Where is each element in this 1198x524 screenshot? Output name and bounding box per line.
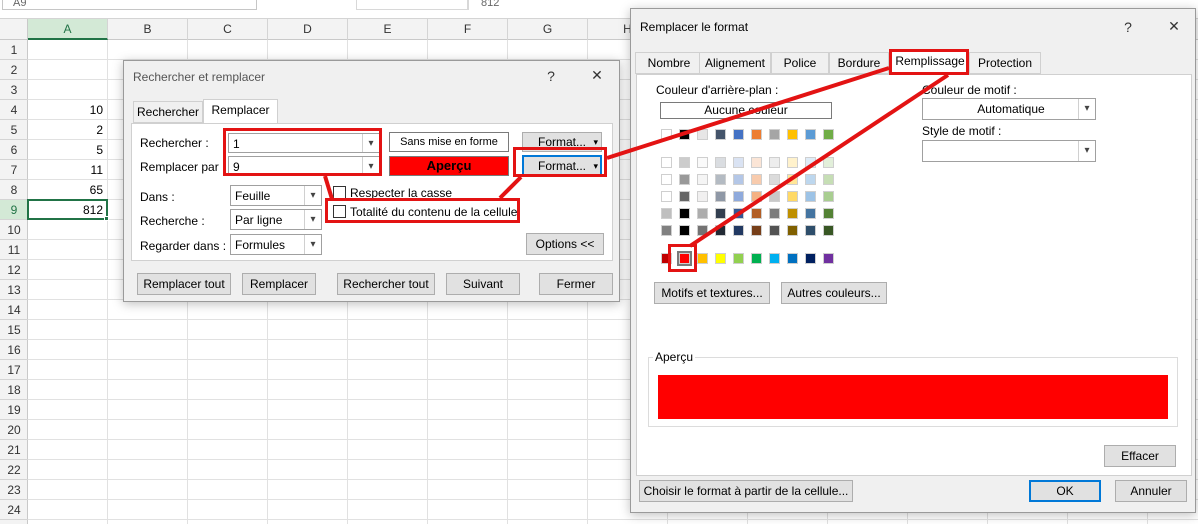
annotation-line-2 — [498, 175, 523, 200]
annotation-line-4 — [688, 73, 950, 248]
annotation-line-1 — [323, 175, 334, 200]
annotation-arrows — [323, 66, 950, 248]
